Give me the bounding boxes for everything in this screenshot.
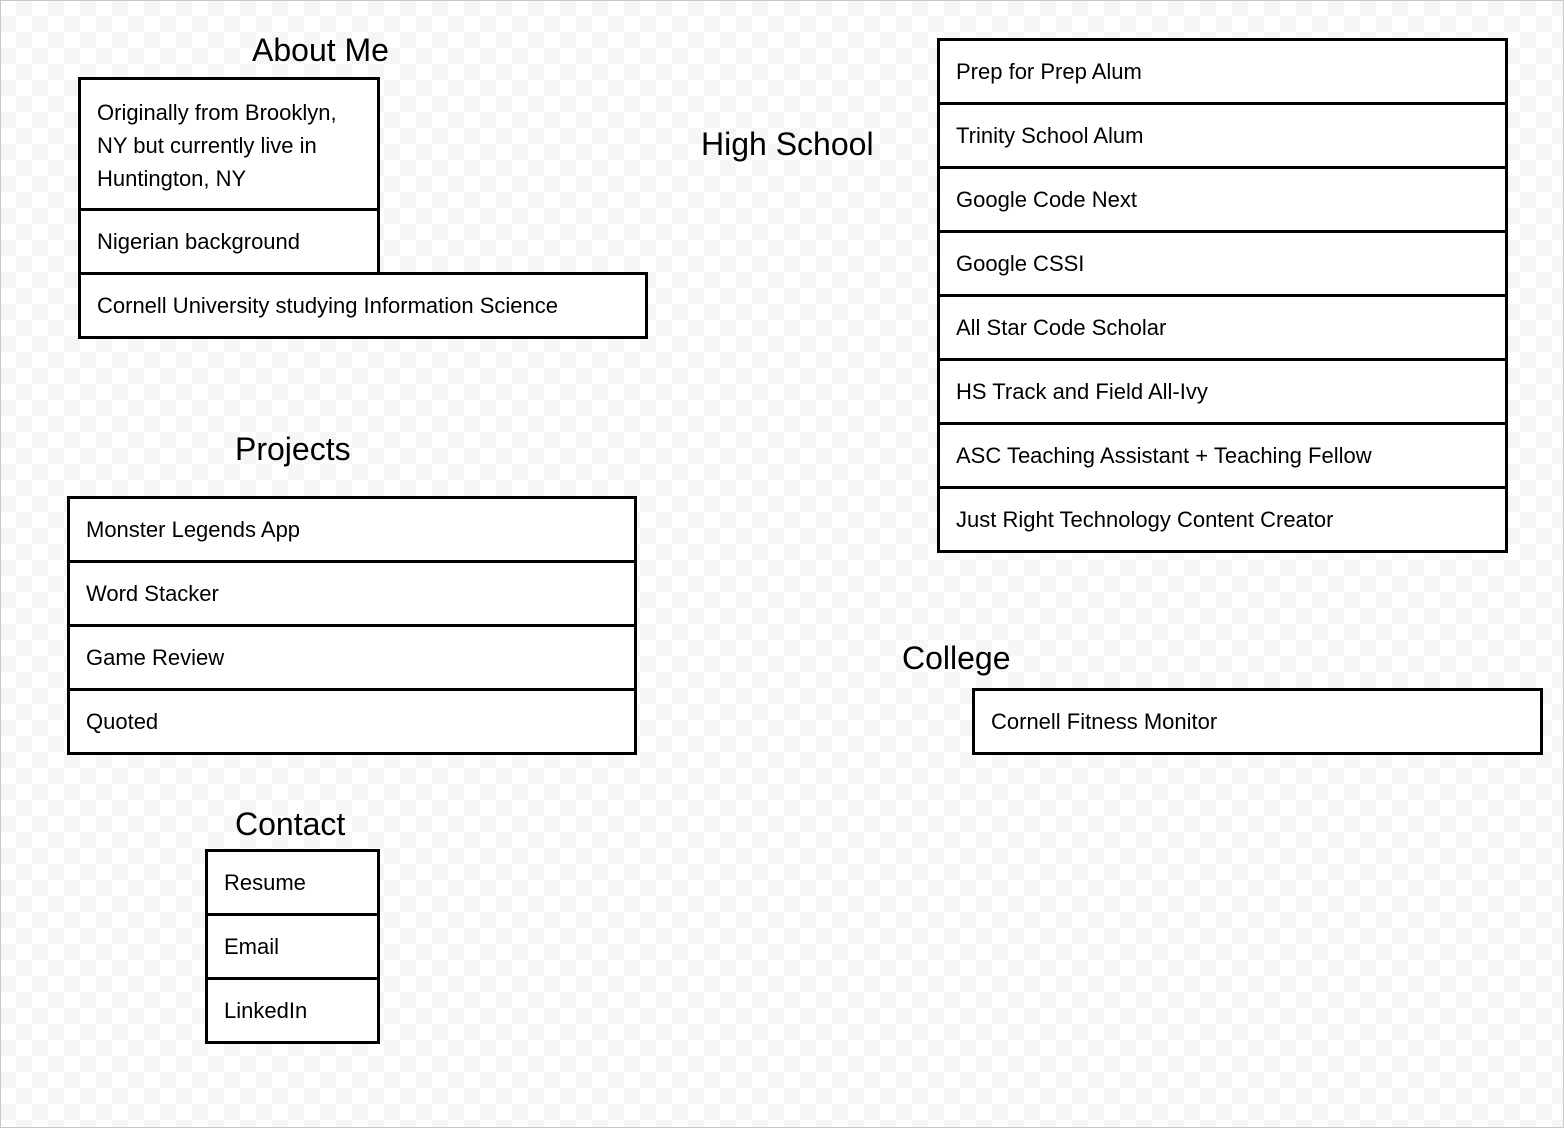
high-school-item: Prep for Prep Alum	[937, 38, 1508, 105]
project-item[interactable]: Game Review	[67, 624, 637, 691]
contact-heading: Contact	[235, 806, 346, 842]
about-me-heading: About Me	[252, 32, 389, 68]
high-school-item: Trinity School Alum	[937, 102, 1508, 169]
high-school-item: Just Right Technology Content Creator	[937, 486, 1508, 553]
college-heading: College	[902, 640, 1011, 676]
project-item[interactable]: Word Stacker	[67, 560, 637, 627]
about-me-university-box: Cornell University studying Information …	[78, 272, 648, 339]
project-item[interactable]: Quoted	[67, 688, 637, 755]
project-item[interactable]: Monster Legends App	[67, 496, 637, 563]
contact-email-link[interactable]: Email	[205, 913, 380, 980]
high-school-item: HS Track and Field All-Ivy	[937, 358, 1508, 425]
about-me-origin-box: Originally from Brooklyn, NY but current…	[78, 77, 380, 211]
high-school-item: ASC Teaching Assistant + Teaching Fellow	[937, 422, 1508, 489]
high-school-item: Google CSSI	[937, 230, 1508, 297]
about-me-background-box: Nigerian background	[78, 208, 380, 275]
high-school-item: Google Code Next	[937, 166, 1508, 233]
high-school-item: All Star Code Scholar	[937, 294, 1508, 361]
contact-linkedin-link[interactable]: LinkedIn	[205, 977, 380, 1044]
college-item: Cornell Fitness Monitor	[972, 688, 1543, 755]
high-school-heading: High School	[701, 126, 874, 162]
projects-heading: Projects	[235, 431, 351, 467]
contact-resume-link[interactable]: Resume	[205, 849, 380, 916]
